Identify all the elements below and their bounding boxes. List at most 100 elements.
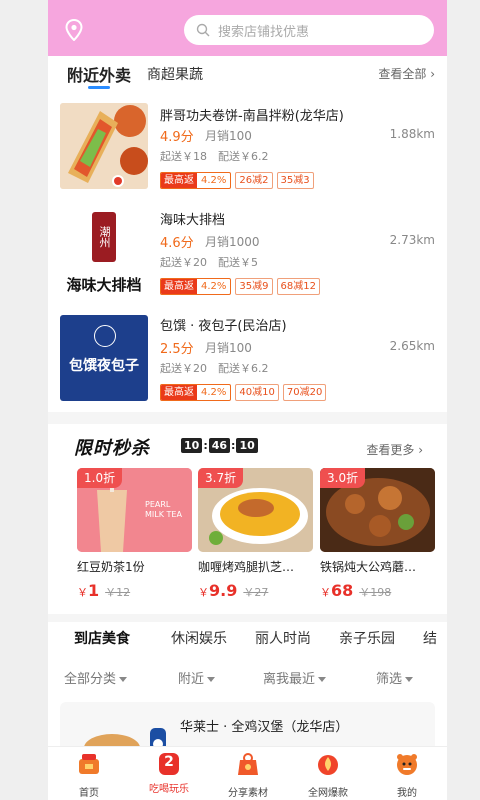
discount-badge: 3.7折: [198, 468, 244, 488]
shop-logo-badge: [94, 325, 116, 347]
shop-item[interactable]: 潮州 海味大排档 海味大排档 4.6分 月销1000 2.73km 起送￥20 …: [48, 206, 447, 306]
filter-distance[interactable]: 离我最近: [263, 668, 327, 687]
filter-nearby[interactable]: 附近: [178, 668, 216, 687]
location-pin-icon[interactable]: [65, 19, 83, 41]
shop-logo-text: 海味大排档: [66, 276, 142, 294]
category-tabs: 到店美食 休闲娱乐 丽人时尚 亲子乐园 结: [48, 622, 447, 652]
tab-beauty[interactable]: 丽人时尚: [255, 628, 311, 648]
tab-more-category[interactable]: 结: [423, 628, 437, 648]
flash-sale-section: 限时秒杀 10: 46: 10 查看更多 › PEARL MILK TEA 1.…: [48, 424, 447, 614]
product-image: 3.7折: [198, 468, 313, 552]
dropdown-arrow-icon: [405, 677, 414, 682]
tab-market[interactable]: 商超果蔬: [147, 64, 203, 84]
rebate-value: 4.2%: [201, 387, 227, 398]
price-row: ￥1 ￥12: [77, 581, 196, 600]
filter-label: 筛选: [376, 672, 403, 687]
rebate-tag: 最高返 4.2%: [160, 384, 232, 401]
view-all-link[interactable]: 查看全部 ›: [378, 65, 435, 82]
shop-score: 4.9分: [160, 130, 194, 145]
dropdown-arrow-icon: [207, 677, 216, 682]
shop-score: 4.6分: [160, 236, 194, 251]
deal-tag: 68减12: [276, 278, 320, 295]
currency-symbol: ￥: [77, 586, 88, 599]
countdown-timer: 10: 46: 10: [181, 438, 258, 453]
timer-minutes: 46: [208, 438, 231, 453]
dropdown-arrow-icon: [119, 677, 128, 682]
search-icon: [196, 23, 210, 37]
gift-bag-icon: [238, 753, 258, 775]
sale-price: 9.9: [209, 581, 238, 600]
currency-symbol: ￥: [198, 586, 209, 599]
tab-dine-in[interactable]: 到店美食: [74, 628, 130, 648]
original-price: ￥198: [359, 586, 392, 599]
filter-screen[interactable]: 筛选: [376, 668, 414, 687]
shop-logo-seal: 潮州: [92, 212, 116, 262]
currency-symbol: ￥: [320, 586, 331, 599]
flash-item[interactable]: 3.0折 铁锅炖大公鸡蘑… ￥68 ￥198: [320, 468, 439, 600]
filter-label: 全部分类: [64, 672, 117, 687]
nav-share-material[interactable]: 分享素材: [213, 751, 283, 799]
shop-name: 胖哥功夫卷饼-南昌拌粉(龙华店): [160, 109, 344, 124]
shop-thumbnail: 包馔夜包子: [60, 315, 148, 401]
dropdown-arrow-icon: [318, 677, 327, 682]
product-image: 3.0折: [320, 468, 435, 552]
shop-distance: 1.88km: [389, 127, 435, 141]
shop-item[interactable]: 胖哥功夫卷饼-南昌拌粉(龙华店) 4.9分 月销100 1.88km 起送￥18…: [48, 100, 447, 200]
shop-thumbnail: 潮州 海味大排档: [60, 208, 148, 294]
flame-icon: [318, 755, 338, 775]
nav-home[interactable]: 首页: [54, 751, 124, 799]
deal-tag: 70减20: [282, 384, 327, 401]
nav-label: 全网爆款: [308, 788, 348, 799]
shop-distance: 2.73km: [389, 233, 435, 247]
shop-thumbnail: [60, 103, 148, 189]
shop-name: 包馔 · 夜包子(民治店): [160, 319, 287, 334]
shop-delivery-fee: 起送￥20 配送￥6.2: [160, 362, 269, 375]
filter-all-categories[interactable]: 全部分类: [64, 668, 128, 687]
nav-label: 吃喝玩乐: [149, 784, 189, 795]
rebate-label: 最高返: [161, 279, 197, 294]
search-placeholder: 搜索店铺找优惠: [218, 24, 310, 40]
product-name: 咖喱烤鸡腿扒芝…: [198, 560, 295, 574]
nav-label: 分享素材: [228, 788, 268, 799]
rebate-value: 4.2%: [201, 175, 227, 186]
price-row: ￥68 ￥198: [320, 581, 439, 600]
search-input[interactable]: 搜索店铺找优惠: [184, 15, 434, 45]
timer-hours: 10: [181, 438, 203, 453]
filter-label: 附近: [178, 672, 205, 687]
shop-sales: 月销100: [205, 129, 252, 143]
original-price: ￥27: [243, 586, 269, 599]
see-more-link[interactable]: 查看更多 ›: [366, 441, 423, 458]
rebate-tag: 最高返 4.2%: [160, 172, 232, 189]
flash-item[interactable]: PEARL MILK TEA 1.0折 红豆奶茶1份 ￥1 ￥12: [77, 468, 196, 600]
filter-bar: 全部分类 附近 离我最近 筛选: [48, 660, 447, 690]
shop-sales: 月销1000: [205, 235, 260, 249]
timer-seconds: 10: [236, 438, 258, 453]
section-divider: [48, 614, 447, 622]
shop-tags: 最高返 4.2% 35减9 68减12: [160, 278, 320, 295]
rebate-label: 最高返: [161, 385, 197, 400]
tab-nearby-delivery[interactable]: 附近外卖: [67, 62, 131, 86]
active-tab-underline: [88, 86, 110, 89]
original-price: ￥12: [105, 586, 131, 599]
nav-trending[interactable]: 全网爆款: [293, 751, 363, 799]
shop-logo-text: 包馔夜包子: [69, 358, 139, 374]
shop-delivery-fee: 起送￥18 配送￥6.2: [160, 150, 269, 163]
flash-sale-title: 限时秒杀: [74, 438, 150, 459]
nav-mine[interactable]: 我的: [372, 751, 442, 799]
nav-eat-drink-play[interactable]: 2 吃喝玩乐: [134, 751, 204, 795]
shop-item[interactable]: 包馔夜包子 包馔 · 夜包子(民治店) 2.5分 月销100 2.65km 起送…: [48, 312, 447, 412]
shop-delivery-fee: 起送￥20 配送￥5: [160, 256, 258, 269]
product-image-text: PEARL MILK TEA: [145, 500, 182, 519]
tab-leisure[interactable]: 休闲娱乐: [171, 628, 227, 648]
timer-colon: :: [203, 439, 208, 452]
deal-tag: 40减10: [235, 384, 279, 401]
wrap-food-image: [60, 103, 148, 189]
filter-label: 离我最近: [263, 672, 316, 687]
sale-price: 68: [331, 581, 354, 600]
discount-badge: 1.0折: [77, 468, 123, 488]
flash-item[interactable]: 3.7折 咖喱烤鸡腿扒芝… ￥9.9 ￥27: [198, 468, 317, 600]
sale-price: 1: [88, 581, 100, 600]
tab-family[interactable]: 亲子乐园: [339, 628, 395, 648]
rebate-label: 最高返: [161, 173, 197, 188]
deal-tag: 35减9: [235, 278, 273, 295]
